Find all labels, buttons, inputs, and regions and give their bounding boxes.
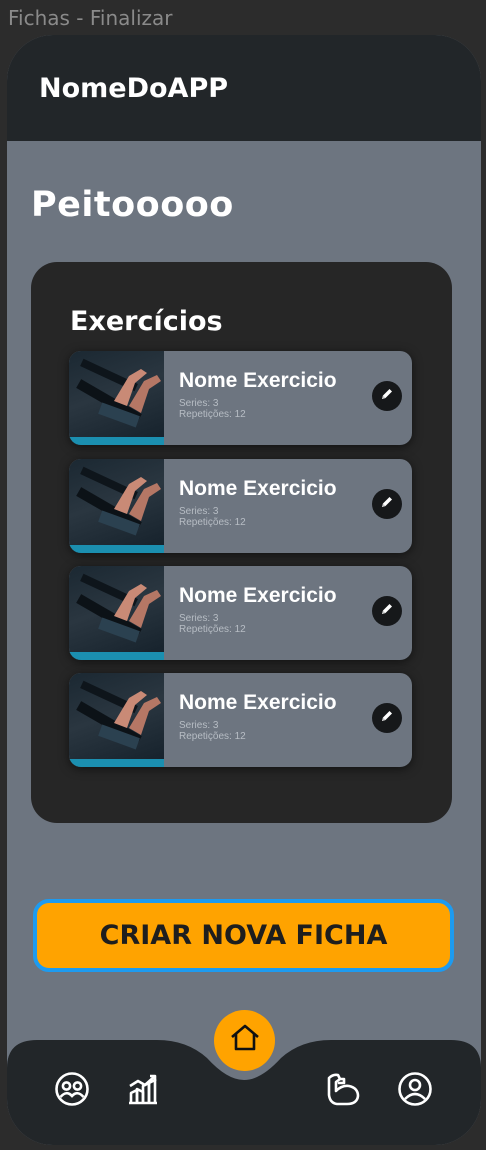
nav-profile[interactable] [395,1071,435,1111]
exercise-image [69,459,164,553]
exercise-name: Nome Exercicio [179,477,337,500]
exercise-reps: Repetições: 12 [179,731,246,742]
edit-button[interactable] [372,596,402,626]
exercise-card[interactable]: Nome Exercicio Series: 3 Repetições: 12 [69,351,412,445]
exercise-series: Series: 3 [179,720,219,731]
arm-muscle-icon [325,1070,363,1113]
chart-icon [126,1072,160,1111]
page-title: Peitooooo [31,185,234,225]
edit-button[interactable] [372,381,402,411]
pencil-icon [379,494,395,515]
exercise-image [69,673,164,767]
app-name: NomeDoAPP [39,73,229,104]
exercise-reps: Repetições: 12 [179,409,246,420]
exercise-image [69,351,164,445]
edit-button[interactable] [372,703,402,733]
app-header: NomeDoAPP [7,35,481,141]
exercise-series: Series: 3 [179,613,219,624]
exercise-series: Series: 3 [179,398,219,409]
pencil-icon [379,708,395,729]
edit-button[interactable] [372,489,402,519]
home-icon [229,1023,261,1058]
exercise-card[interactable]: Nome Exercicio Series: 3 Repetições: 12 [69,566,412,660]
nav-stats[interactable] [123,1071,163,1111]
exercise-reps: Repetições: 12 [179,517,246,528]
profile-icon [397,1071,433,1112]
users-icon [54,1071,90,1112]
exercise-name: Nome Exercicio [179,584,337,607]
exercise-card[interactable]: Nome Exercicio Series: 3 Repetições: 12 [69,673,412,767]
home-button[interactable] [214,1010,275,1071]
pencil-icon [379,386,395,407]
exercise-series: Series: 3 [179,506,219,517]
panel-title: Exercícios [70,306,223,337]
exercise-panel: Exercícios Nome Exercicio Series: 3 Repe… [31,262,452,823]
exercise-card[interactable]: Nome Exercicio Series: 3 Repetições: 12 [69,459,412,553]
exercise-name: Nome Exercicio [179,369,337,392]
phone-screen: NomeDoAPP Peitooooo Exercícios Nome Exer… [7,35,481,1145]
nav-workouts[interactable] [324,1071,364,1111]
window-title: Fichas - Finalizar [8,6,173,30]
pencil-icon [379,601,395,622]
create-new-sheet-button[interactable]: CRIAR NOVA FICHA [33,899,454,972]
nav-users[interactable] [52,1071,92,1111]
exercise-image [69,566,164,660]
exercise-name: Nome Exercicio [179,691,337,714]
exercise-reps: Repetições: 12 [179,624,246,635]
